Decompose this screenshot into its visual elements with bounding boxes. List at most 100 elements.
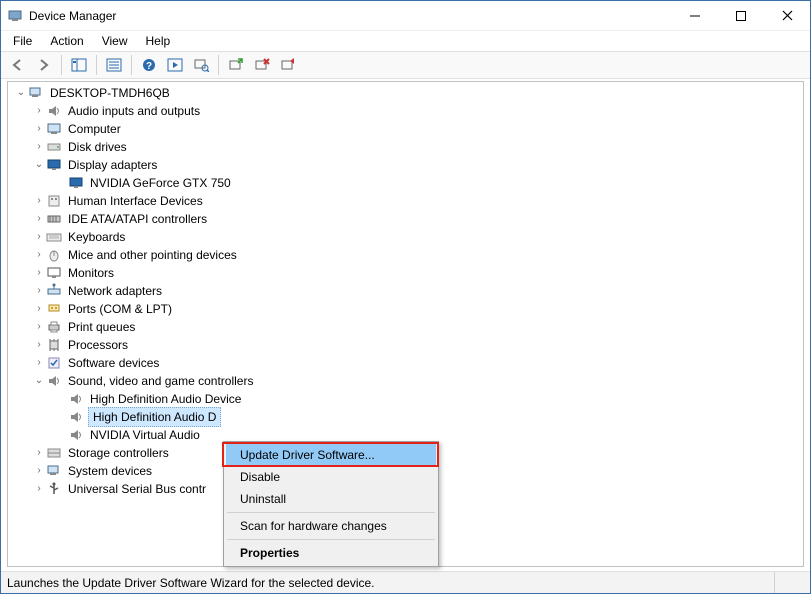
tree-item[interactable]: ›Network adapters	[8, 282, 803, 300]
tree-item-label: High Definition Audio D	[88, 407, 221, 427]
minimize-button[interactable]	[672, 1, 718, 30]
context-menu-item[interactable]: Scan for hardware changes	[226, 515, 436, 537]
port-icon	[46, 301, 62, 317]
tree-item-label: IDE ATA/ATAPI controllers	[66, 210, 209, 228]
tree-item[interactable]: › Processors	[8, 336, 803, 354]
device-tree[interactable]: ⌄DESKTOP-TMDH6QB›Audio inputs and output…	[8, 84, 803, 498]
action-button[interactable]	[163, 54, 187, 76]
chevron-right-icon[interactable]: ›	[32, 246, 46, 264]
chevron-right-icon[interactable]: ›	[32, 192, 46, 210]
chevron-right-icon[interactable]: ›	[32, 228, 46, 246]
tree-item[interactable]: › Software devices	[8, 354, 803, 372]
chevron-right-icon[interactable]: ›	[32, 210, 46, 228]
properties-button[interactable]	[102, 54, 126, 76]
chevron-down-icon[interactable]: ⌄	[32, 372, 46, 390]
tree-item[interactable]: High Definition Audio Device	[8, 390, 803, 408]
tree-item[interactable]: › IDE ATA/ATAPI controllers	[8, 210, 803, 228]
tree-item-label: DESKTOP-TMDH6QB	[48, 84, 172, 102]
computer-icon	[46, 121, 62, 137]
tree-item-label: Computer	[66, 120, 123, 138]
tree-item-label: NVIDIA GeForce GTX 750	[88, 174, 233, 192]
tree-item-label: Print queues	[66, 318, 137, 336]
tree-item[interactable]: ⌄Sound, video and game controllers	[8, 372, 803, 390]
menu-view[interactable]: View	[94, 33, 136, 49]
chevron-right-icon[interactable]: ›	[32, 354, 46, 372]
speaker-icon	[68, 427, 84, 443]
tree-item[interactable]: › Mice and other pointing devices	[8, 246, 803, 264]
back-button[interactable]	[6, 54, 30, 76]
tree-item-label: Processors	[66, 336, 130, 354]
tree-item-label: Human Interface Devices	[66, 192, 205, 210]
network-icon	[46, 283, 62, 299]
tree-item[interactable]: ⌄ DESKTOP-TMDH6QB	[8, 84, 803, 102]
context-menu: Update Driver Software...DisableUninstal…	[223, 441, 439, 567]
tree-item[interactable]: › Audio inputs and outputs	[8, 102, 803, 120]
tree-item-label: Audio inputs and outputs	[66, 102, 202, 120]
chevron-right-icon[interactable]: ›	[32, 480, 46, 498]
hid-icon	[46, 193, 62, 209]
context-menu-item[interactable]: Update Driver Software...	[226, 444, 436, 466]
display-icon	[46, 157, 62, 173]
tree-item-label: NVIDIA Virtual Audio	[88, 426, 202, 444]
ide-icon	[46, 211, 62, 227]
status-cell	[774, 572, 804, 593]
app-icon	[7, 8, 23, 24]
context-menu-item[interactable]: Properties	[226, 542, 436, 564]
tree-item-label: Keyboards	[66, 228, 127, 246]
menu-action[interactable]: Action	[42, 33, 91, 49]
menu-file[interactable]: File	[5, 33, 40, 49]
chevron-right-icon[interactable]: ›	[32, 462, 46, 480]
title-bar: Device Manager	[1, 1, 810, 31]
tree-item[interactable]: ›Ports (COM & LPT)	[8, 300, 803, 318]
tree-item-label: Mice and other pointing devices	[66, 246, 239, 264]
close-button[interactable]	[764, 1, 810, 30]
chevron-right-icon[interactable]: ›	[32, 120, 46, 138]
context-menu-item[interactable]: Disable	[226, 466, 436, 488]
speaker-icon	[68, 391, 84, 407]
chevron-right-icon[interactable]: ›	[32, 264, 46, 282]
tree-item[interactable]: › Keyboards	[8, 228, 803, 246]
tree-item[interactable]: NVIDIA GeForce GTX 750	[8, 174, 803, 192]
disk-icon	[46, 139, 62, 155]
tree-item-label: Software devices	[66, 354, 161, 372]
uninstall-button[interactable]	[250, 54, 274, 76]
menu-help[interactable]: Help	[138, 33, 179, 49]
update-driver-button[interactable]	[224, 54, 248, 76]
system-icon	[46, 463, 62, 479]
chevron-right-icon[interactable]: ›	[32, 318, 46, 336]
disable-button[interactable]	[276, 54, 300, 76]
chevron-right-icon[interactable]: ›	[32, 444, 46, 462]
chevron-down-icon[interactable]: ⌄	[32, 156, 46, 174]
window-title: Device Manager	[29, 9, 116, 23]
tree-item[interactable]: › Computer	[8, 120, 803, 138]
chevron-down-icon[interactable]: ⌄	[14, 84, 28, 102]
status-text: Launches the Update Driver Software Wiza…	[7, 576, 774, 590]
scan-hardware-button[interactable]	[189, 54, 213, 76]
tree-item[interactable]: › Disk drives	[8, 138, 803, 156]
tree-item-label: Disk drives	[66, 138, 129, 156]
help-button[interactable]: ?	[137, 54, 161, 76]
window-controls	[672, 1, 810, 30]
tree-item[interactable]: › Print queues	[8, 318, 803, 336]
forward-button[interactable]	[32, 54, 56, 76]
storage-icon	[46, 445, 62, 461]
tree-item-label: Universal Serial Bus contr	[66, 480, 208, 498]
maximize-button[interactable]	[718, 1, 764, 30]
context-menu-item[interactable]: Uninstall	[226, 488, 436, 510]
show-hide-console-tree-button[interactable]	[67, 54, 91, 76]
tree-item[interactable]: ⌄Display adapters	[8, 156, 803, 174]
menu-separator	[227, 512, 435, 513]
toolbar: ?	[1, 51, 810, 79]
status-bar: Launches the Update Driver Software Wiza…	[1, 571, 810, 593]
chevron-right-icon[interactable]: ›	[32, 282, 46, 300]
tree-item[interactable]: ›Monitors	[8, 264, 803, 282]
tree-item-label: System devices	[66, 462, 154, 480]
tree-item[interactable]: › Human Interface Devices	[8, 192, 803, 210]
chevron-right-icon[interactable]: ›	[32, 300, 46, 318]
chevron-right-icon[interactable]: ›	[32, 138, 46, 156]
menu-separator	[227, 539, 435, 540]
chevron-right-icon[interactable]: ›	[32, 102, 46, 120]
chevron-right-icon[interactable]: ›	[32, 336, 46, 354]
svg-text:?: ?	[146, 61, 152, 72]
tree-item[interactable]: High Definition Audio D	[8, 408, 803, 426]
